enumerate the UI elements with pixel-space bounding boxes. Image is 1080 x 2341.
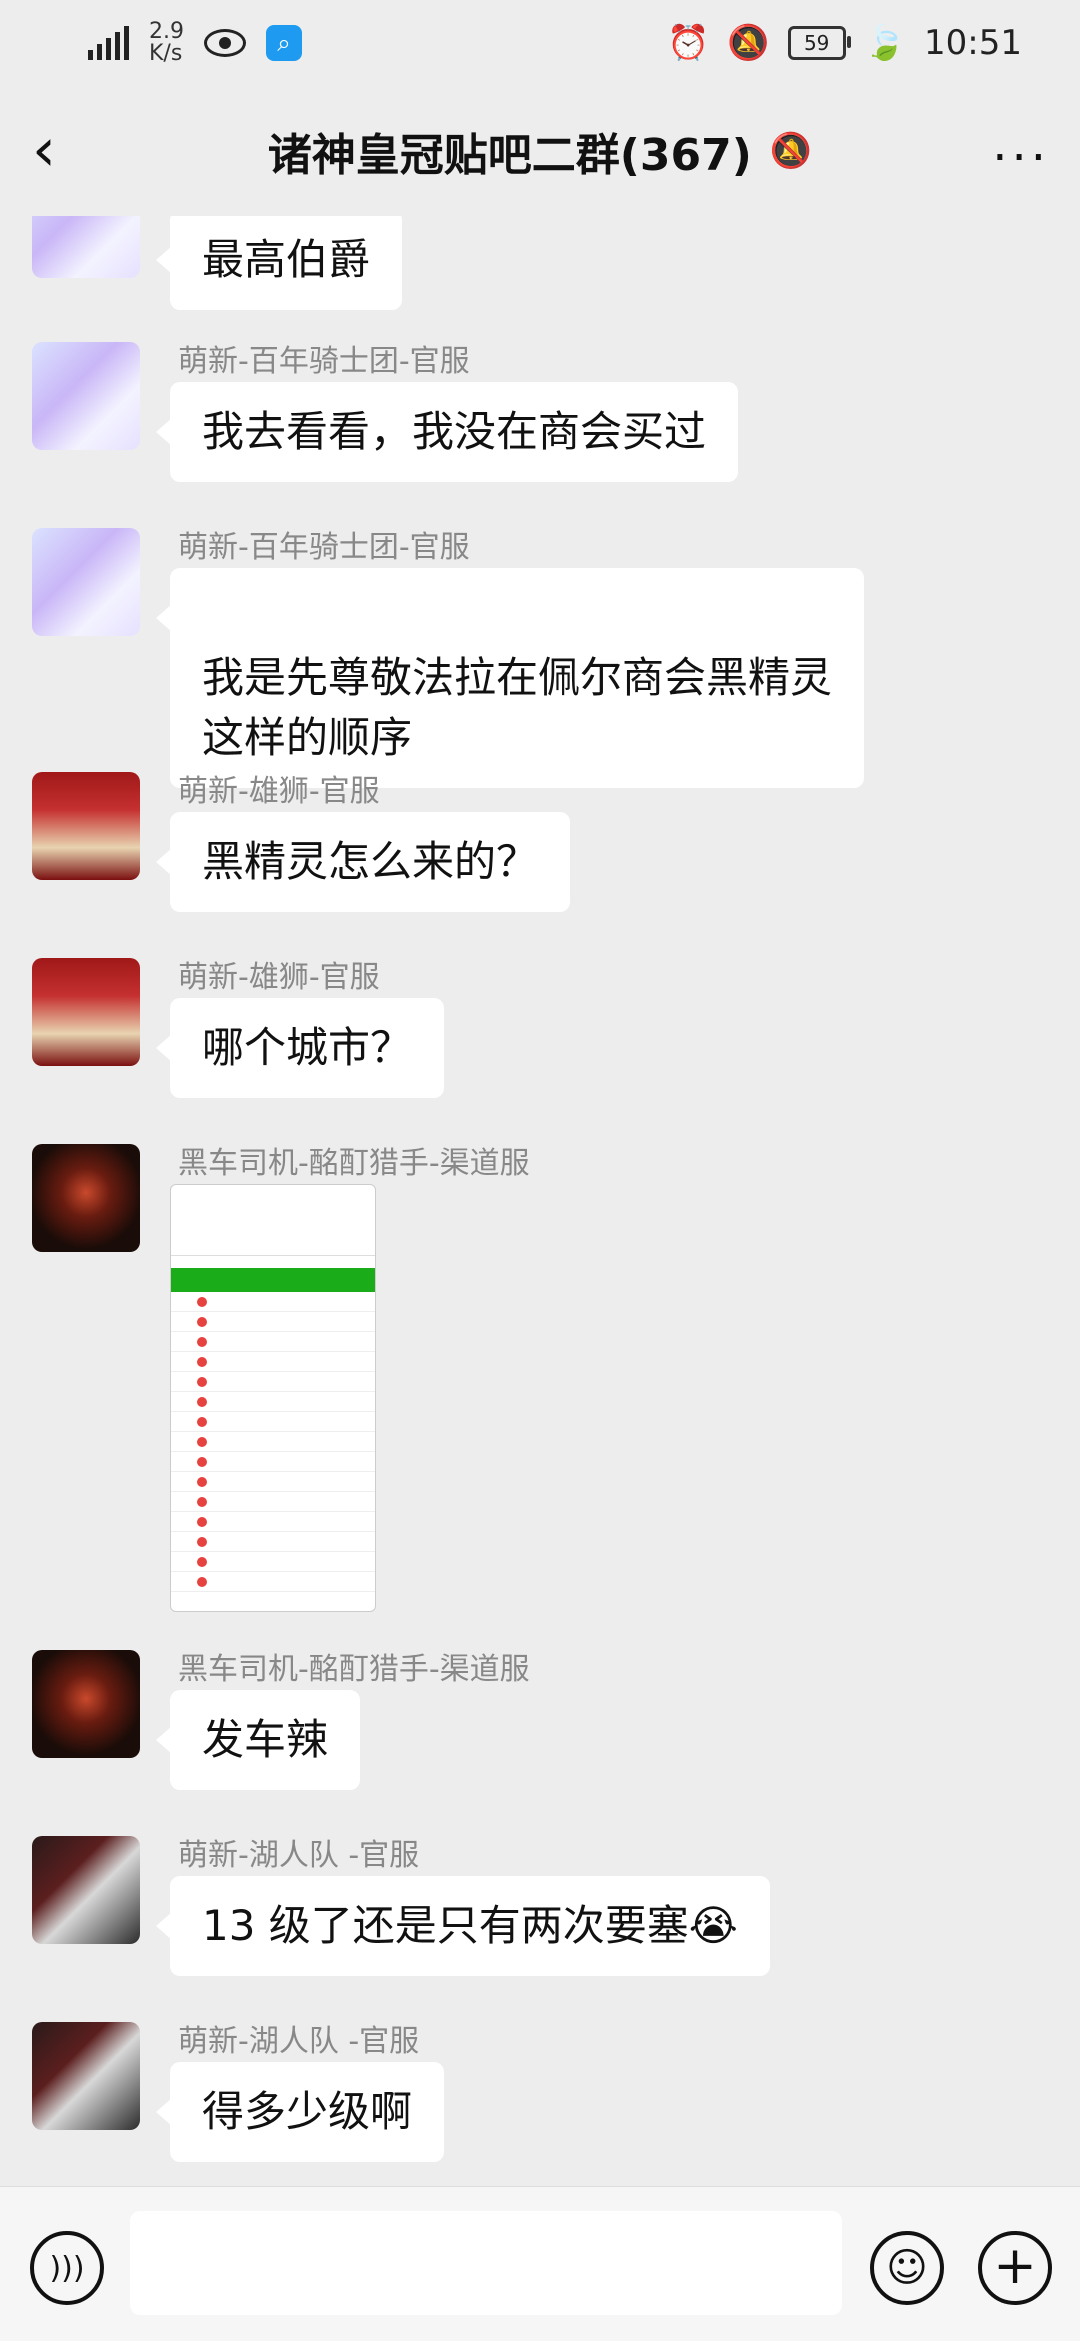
image-thumbnail-row <box>171 1532 375 1552</box>
search-app-icon: ⌕ <box>266 25 302 61</box>
plus-icon[interactable]: + <box>978 2231 1052 2305</box>
network-speed: 2.9 K/s <box>149 19 184 66</box>
message-bubble[interactable]: 黑精灵怎么来的？ <box>155 812 571 912</box>
sender-name: 萌新-湖人队 -官服 <box>178 1838 420 1873</box>
sender-name: 萌新-雄狮-官服 <box>178 774 380 809</box>
message-bubble[interactable]: 哪个城市？ <box>155 998 445 1098</box>
sender-name: 萌新-雄狮-官服 <box>178 960 380 995</box>
image-thumbnail-row <box>171 1452 375 1472</box>
status-right: ⏰ 🔕 59 🍃 10:51 <box>667 23 1022 63</box>
chat-title: 诸神皇冠贴吧二群(367) <box>267 130 752 181</box>
message-text: 最高伯爵 <box>202 235 371 284</box>
emoji-icon[interactable]: ☺ <box>870 2231 944 2305</box>
image-thumbnail-row <box>171 1472 375 1492</box>
image-thumbnail-row <box>171 1392 375 1412</box>
avatar[interactable] <box>32 528 140 636</box>
voice-icon[interactable]: ))) <box>30 2231 104 2305</box>
image-thumbnail-row <box>171 1492 375 1512</box>
sender-name: 萌新-百年骑士团-官服 <box>178 530 470 565</box>
sender-name: 黑车司机-酩酊猎手-渠道服 <box>178 1652 530 1687</box>
message-text: 13 级了还是只有两次要塞😭 <box>202 1901 738 1950</box>
image-thumbnail-bar <box>171 1268 375 1292</box>
avatar[interactable] <box>32 772 140 880</box>
sender-name: 萌新-百年骑士团-官服 <box>178 344 470 379</box>
message-text: 我去看看，我没在商会买过 <box>202 407 707 456</box>
avatar[interactable] <box>32 1650 140 1758</box>
leaf-icon: 🍃 <box>863 23 907 63</box>
message-text: 哪个城市？ <box>202 1023 413 1072</box>
sender-name: 黑车司机-酩酊猎手-渠道服 <box>178 1146 530 1181</box>
image-thumbnail-row <box>171 1352 375 1372</box>
status-left: 2.9 K/s ⌕ <box>88 21 302 65</box>
message-bubble[interactable]: 13 级了还是只有两次要塞😭 <box>156 1876 770 1976</box>
mute-bell-icon: 🔕 <box>769 131 813 171</box>
message-text: 发车辣 <box>202 1715 329 1764</box>
image-thumbnail-row <box>171 1332 375 1352</box>
message-bubble[interactable]: 发车辣 <box>155 1690 361 1790</box>
image-message[interactable] <box>170 1184 376 1612</box>
avatar[interactable] <box>32 958 140 1066</box>
chat-header: ‹ 诸神皇冠贴吧二群(367) 🔕 ··· <box>0 86 1080 216</box>
image-thumbnail-row <box>171 1412 375 1432</box>
image-thumbnail-row <box>171 1572 375 1592</box>
image-thumbnail-row <box>171 1552 375 1572</box>
avatar[interactable] <box>32 2022 140 2130</box>
image-thumbnail-header <box>171 1185 375 1256</box>
image-thumbnail-row <box>171 1432 375 1452</box>
alarm-icon: ⏰ <box>666 23 710 63</box>
input-bar: ))) ☺ + <box>0 2186 1080 2341</box>
more-icon[interactable]: ··· <box>992 130 1050 186</box>
avatar[interactable] <box>32 342 140 450</box>
image-thumbnail-row <box>171 1292 375 1312</box>
message-text: 我是先尊敬法拉在佩尔商会黑精灵 这样的顺序 <box>202 653 833 762</box>
signal-icon <box>88 26 129 60</box>
eye-icon <box>204 29 246 57</box>
message-text: 得多少级啊 <box>202 2087 413 2136</box>
message-bubble[interactable]: 我去看看，我没在商会买过 <box>155 382 739 482</box>
clock: 10:51 <box>924 23 1022 63</box>
status-bar: 2.9 K/s ⌕ ⏰ 🔕 59 🍃 10:51 <box>0 0 1080 86</box>
avatar[interactable] <box>32 216 140 278</box>
avatar[interactable] <box>32 1144 140 1252</box>
message-bubble[interactable]: 我是先尊敬法拉在佩尔商会黑精灵 这样的顺序 <box>155 568 865 788</box>
message-bubble[interactable]: 得多少级啊 <box>155 2062 445 2162</box>
battery-level: 59 <box>803 31 830 55</box>
image-thumbnail-row <box>171 1312 375 1332</box>
avatar[interactable] <box>32 1836 140 1944</box>
message-input[interactable] <box>130 2211 842 2315</box>
back-arrow-icon[interactable]: ‹ <box>32 120 88 180</box>
image-thumbnail-row <box>171 1512 375 1532</box>
message-list[interactable]: 最高伯爵 萌新-百年骑士团-官服 我去看看，我没在商会买过 萌新-百年骑士团-官… <box>0 216 1080 2186</box>
message-bubble[interactable]: 最高伯爵 <box>155 216 403 310</box>
battery-icon: 59 <box>787 26 851 60</box>
message-text: 黑精灵怎么来的？ <box>202 837 539 886</box>
notifications-off-icon: 🔕 <box>727 23 770 63</box>
sender-name: 萌新-湖人队 -官服 <box>178 2024 420 2059</box>
image-thumbnail-row <box>171 1372 375 1392</box>
